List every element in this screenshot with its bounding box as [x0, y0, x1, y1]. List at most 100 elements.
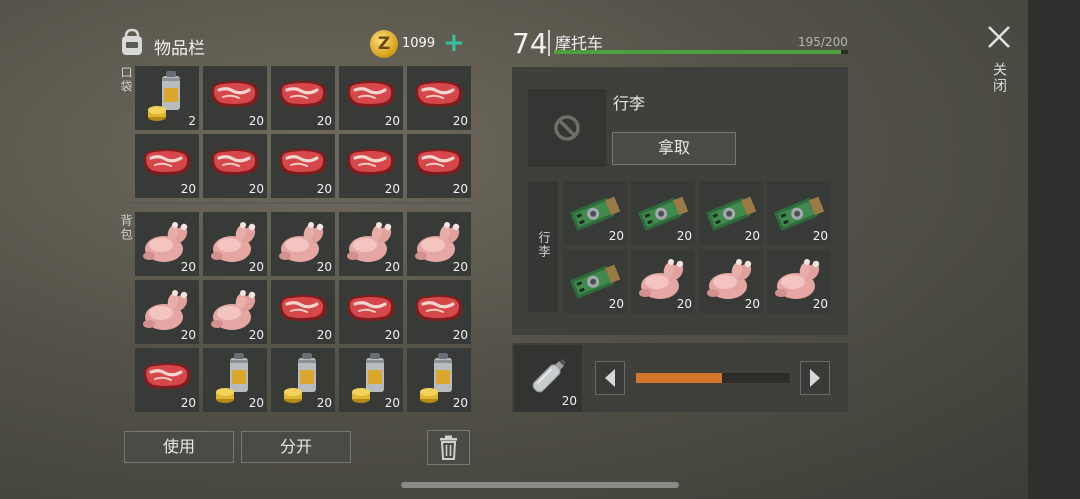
- luggage-slot[interactable]: 20: [699, 249, 763, 313]
- backpack-slot[interactable]: 20: [135, 212, 199, 276]
- item-quantity: 20: [608, 229, 624, 243]
- item-quantity: 20: [676, 297, 692, 311]
- vehicle-level: 74: [512, 27, 548, 60]
- luggage-grid: 20 20 20 20 20 20 20 20: [563, 181, 831, 313]
- fuel-item-quantity: 20: [561, 394, 577, 408]
- luggage-slot[interactable]: 20: [699, 181, 763, 245]
- item-quantity: 20: [180, 182, 196, 196]
- item-quantity: 20: [316, 396, 332, 410]
- chevron-left-icon: [595, 361, 625, 395]
- item-quantity: 20: [384, 328, 400, 342]
- home-indicator[interactable]: [401, 482, 679, 488]
- item-quantity: 20: [812, 297, 828, 311]
- luggage-slot[interactable]: 20: [631, 249, 695, 313]
- item-quantity: 20: [384, 114, 400, 128]
- coin-icon: Z: [370, 30, 398, 58]
- item-quantity: 20: [316, 328, 332, 342]
- luggage-side-tab: 行李: [528, 181, 558, 312]
- item-quantity: 20: [608, 297, 624, 311]
- pocket-slot[interactable]: 20: [271, 66, 335, 130]
- pocket-slot[interactable]: 20: [407, 66, 471, 130]
- durability-bar-fill: [554, 50, 841, 54]
- backpack-slot[interactable]: 20: [203, 212, 267, 276]
- backpack-grid: 20 20 20 20 20 20 20 20 20 20 20 20 20 20 20: [135, 212, 471, 412]
- currency-amount: 1099: [402, 36, 436, 51]
- luggage-slot[interactable]: 20: [563, 181, 627, 245]
- fuel-increase-button[interactable]: [800, 361, 830, 395]
- backpack-slot[interactable]: 20: [203, 280, 267, 344]
- pocket-slot[interactable]: 20: [135, 134, 199, 198]
- empty-luggage-slot: [528, 89, 606, 167]
- close-icon[interactable]: [984, 22, 1014, 52]
- item-quantity: 20: [812, 229, 828, 243]
- close-label[interactable]: 关闭: [989, 62, 1009, 94]
- prohibited-icon: [554, 115, 580, 141]
- luggage-slot[interactable]: 20: [767, 181, 831, 245]
- item-quantity: 20: [316, 182, 332, 196]
- backpack-slot[interactable]: 20: [135, 348, 199, 412]
- luggage-slot[interactable]: 20: [631, 181, 695, 245]
- header-separator: [548, 30, 550, 56]
- luggage-slot[interactable]: 20: [563, 249, 627, 313]
- item-quantity: 20: [452, 396, 468, 410]
- item-quantity: 20: [744, 297, 760, 311]
- use-button[interactable]: 使用: [124, 431, 234, 463]
- backpack-slot[interactable]: 20: [271, 280, 335, 344]
- backpack-slot[interactable]: 20: [203, 348, 267, 412]
- section-divider: [124, 202, 470, 204]
- pocket-slot[interactable]: 20: [339, 66, 403, 130]
- take-button[interactable]: 拿取: [612, 132, 736, 165]
- luggage-slot[interactable]: 20: [767, 249, 831, 313]
- inventory-title: 物品栏: [154, 39, 205, 59]
- pocket-grid: 2 20 20 20 20 20 20 20 20 20: [135, 66, 471, 198]
- pocket-label: 口袋: [119, 66, 133, 94]
- item-quantity: 20: [180, 328, 196, 342]
- backpack-slot[interactable]: 20: [407, 348, 471, 412]
- backpack-slot[interactable]: 20: [135, 280, 199, 344]
- vehicle-durability-text: 195/200: [798, 35, 848, 49]
- item-quantity: 20: [384, 182, 400, 196]
- item-quantity: 20: [744, 229, 760, 243]
- backpack-icon: [122, 28, 142, 55]
- pocket-slot[interactable]: 20: [339, 134, 403, 198]
- trash-icon: [440, 435, 457, 460]
- item-quantity: 20: [248, 114, 264, 128]
- fuel-slider-track[interactable]: [636, 373, 790, 383]
- pocket-slot[interactable]: 20: [203, 134, 267, 198]
- chevron-right-icon: [800, 361, 830, 395]
- luggage-title: 行李: [613, 94, 646, 113]
- backpack-slot[interactable]: 20: [339, 212, 403, 276]
- item-quantity: 20: [384, 396, 400, 410]
- backpack-slot[interactable]: 20: [339, 280, 403, 344]
- item-quantity: 20: [180, 260, 196, 274]
- backpack-slot[interactable]: 20: [407, 212, 471, 276]
- fuel-slider-fill: [636, 373, 723, 383]
- fuel-decrease-button[interactable]: [595, 361, 625, 395]
- backpack-slot[interactable]: 20: [407, 280, 471, 344]
- item-quantity: 20: [180, 396, 196, 410]
- durability-bar: [554, 50, 848, 54]
- backpack-slot[interactable]: 20: [271, 212, 335, 276]
- item-quantity: 20: [248, 396, 264, 410]
- item-quantity: 20: [248, 328, 264, 342]
- right-edge-panel: [1028, 0, 1080, 499]
- item-quantity: 20: [248, 260, 264, 274]
- split-button[interactable]: 分开: [241, 431, 351, 463]
- add-currency-button[interactable]: +: [443, 30, 465, 56]
- trash-button[interactable]: [427, 430, 470, 465]
- item-quantity: 20: [384, 260, 400, 274]
- item-quantity: 20: [316, 114, 332, 128]
- backpack-slot[interactable]: 20: [339, 348, 403, 412]
- item-quantity: 20: [452, 260, 468, 274]
- luggage-side-label: 行李: [537, 231, 551, 259]
- item-quantity: 20: [248, 182, 264, 196]
- pocket-slot[interactable]: 20: [407, 134, 471, 198]
- fuel-item-slot[interactable]: 20: [514, 345, 582, 412]
- pocket-slot[interactable]: 20: [271, 134, 335, 198]
- item-quantity: 20: [452, 182, 468, 196]
- item-quantity: 20: [452, 114, 468, 128]
- pocket-slot[interactable]: 20: [203, 66, 267, 130]
- backpack-slot[interactable]: 20: [271, 348, 335, 412]
- item-quantity: 2: [188, 114, 196, 128]
- pocket-slot[interactable]: 2: [135, 66, 199, 130]
